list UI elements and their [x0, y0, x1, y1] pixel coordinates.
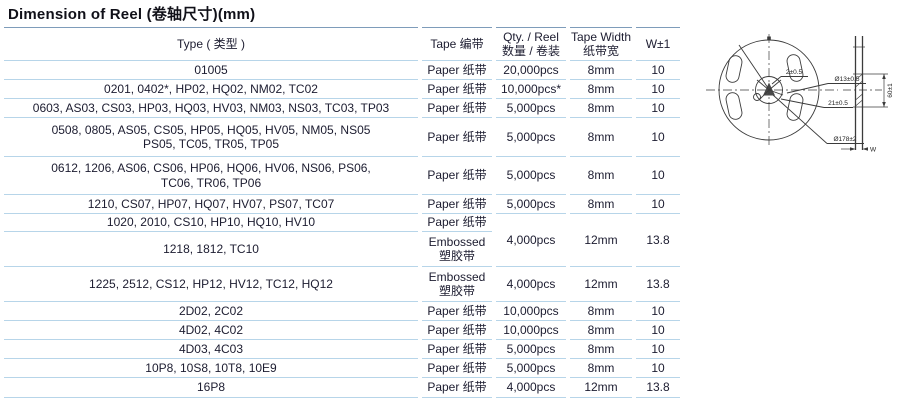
table-row: 0612, 1206, AS06, CS06, HP06, HQ06, HV06…: [4, 157, 680, 195]
cell-width: 8mm: [570, 195, 632, 214]
cell-type: 4D03, 4C03: [4, 340, 418, 359]
cell-w: 10: [636, 118, 680, 157]
cell-type: 01005: [4, 61, 418, 80]
cell-type: 0201, 0402*, HP02, HQ02, NM02, TC02: [4, 80, 418, 99]
cell-width: 8mm: [570, 118, 632, 157]
cell-qty: 5,000pcs: [496, 340, 566, 359]
table-row: 1225, 2512, CS12, HP12, HV12, TC12, HQ12…: [4, 267, 680, 302]
cell-tape: Paper 纸带: [422, 302, 492, 321]
cell-w: 10: [636, 359, 680, 378]
cell-width: 8mm: [570, 340, 632, 359]
header-w: W±1: [636, 27, 680, 61]
cell-tape: Embossed 塑胶带: [422, 267, 492, 302]
cell-qty: 5,000pcs: [496, 99, 566, 118]
cell-type: 1218, 1812, TC10: [4, 232, 418, 267]
cell-tape: Paper 纸带: [422, 61, 492, 80]
cell-tape: Embossed 塑胶带: [422, 232, 492, 267]
cell-w: 13.8: [636, 267, 680, 302]
cell-tape: Paper 纸带: [422, 99, 492, 118]
cell-width: 8mm: [570, 157, 632, 195]
cell-tape: Paper 纸带: [422, 118, 492, 157]
cell-type: 16P8: [4, 378, 418, 398]
cell-width: 12mm: [570, 267, 632, 302]
cell-tape: Paper 纸带: [422, 359, 492, 378]
cell-tape: Paper 纸带: [422, 157, 492, 195]
cell-w: 13.8: [636, 214, 680, 267]
page-title: Dimension of Reel (卷轴尺寸)(mm): [8, 3, 255, 24]
table-row: 1020, 2010, CS10, HP10, HQ10, HV10 Paper…: [4, 214, 680, 232]
cell-type: 2D02, 2C02: [4, 302, 418, 321]
cell-type: 0612, 1206, AS06, CS06, HP06, HQ06, HV06…: [4, 157, 418, 195]
header-type: Type ( 类型 ): [4, 27, 418, 61]
cell-w: 10: [636, 61, 680, 80]
header-tape: Tape 编带: [422, 27, 492, 61]
cell-type: 1225, 2512, CS12, HP12, HV12, TC12, HQ12: [4, 267, 418, 302]
cell-qty: 20,000pcs: [496, 61, 566, 80]
cell-qty: 5,000pcs: [496, 195, 566, 214]
cell-width: 8mm: [570, 302, 632, 321]
table-row: 4D03, 4C03 Paper 纸带 5,000pcs 8mm 10: [4, 340, 680, 359]
header-width: Tape Width 纸带宽: [570, 27, 632, 61]
cell-qty: 10,000pcs: [496, 302, 566, 321]
cell-tape: Paper 纸带: [422, 195, 492, 214]
cell-width: 8mm: [570, 61, 632, 80]
cell-w: 10: [636, 321, 680, 340]
cell-width: 8mm: [570, 359, 632, 378]
cell-w: 10: [636, 195, 680, 214]
cell-tape: Paper 纸带: [422, 80, 492, 99]
cell-type: 10P8, 10S8, 10T8, 10E9: [4, 359, 418, 378]
dim-label-height: 60±1: [887, 83, 894, 98]
datasheet-page: Dimension of Reel (卷轴尺寸)(mm) Type ( 类型 )…: [0, 0, 900, 410]
table-row: 10P8, 10S8, 10T8, 10E9 Paper 纸带 5,000pcs…: [4, 359, 680, 378]
cell-width: 12mm: [570, 214, 632, 267]
cell-w: 10: [636, 157, 680, 195]
table-row: 2D02, 2C02 Paper 纸带 10,000pcs 8mm 10: [4, 302, 680, 321]
header-qty: Qty. / Reel 数量 / 卷装: [496, 27, 566, 61]
cell-qty: 10,000pcs*: [496, 80, 566, 99]
table-row: 0201, 0402*, HP02, HQ02, NM02, TC02 Pape…: [4, 80, 680, 99]
cell-qty: 5,000pcs: [496, 359, 566, 378]
dim-label-slot: 2±0.5: [786, 69, 803, 76]
cell-type: 4D02, 4C02: [4, 321, 418, 340]
cell-type: 1020, 2010, CS10, HP10, HQ10, HV10: [4, 214, 418, 232]
cell-width: 8mm: [570, 321, 632, 340]
cell-w: 10: [636, 99, 680, 118]
cell-width: 12mm: [570, 378, 632, 398]
cell-width: 8mm: [570, 80, 632, 99]
header-row: Type ( 类型 ) Tape 编带 Qty. / Reel 数量 / 卷装 …: [4, 27, 680, 61]
reel-front-view: 2±0.5 Ø13±0.5 21±0.5 Ø178±2: [706, 34, 866, 146]
table-row: 4D02, 4C02 Paper 纸带 10,000pcs 8mm 10: [4, 321, 680, 340]
table-row: 01005 Paper 纸带 20,000pcs 8mm 10: [4, 61, 680, 80]
cell-qty: 10,000pcs: [496, 321, 566, 340]
table-row: 0603, AS03, CS03, HP03, HQ03, HV03, NM03…: [4, 99, 680, 118]
cell-tape: Paper 纸带: [422, 321, 492, 340]
cell-tape: Paper 纸带: [422, 214, 492, 232]
reel-dimension-table: Type ( 类型 ) Tape 编带 Qty. / Reel 数量 / 卷装 …: [0, 27, 684, 398]
dim-label-hub: 21±0.5: [828, 100, 848, 107]
cell-w: 10: [636, 80, 680, 99]
table-row: 1210, CS07, HP07, HQ07, HV07, PS07, TC07…: [4, 195, 680, 214]
cell-tape: Paper 纸带: [422, 340, 492, 359]
cell-w: 13.8: [636, 378, 680, 398]
dim-label-outer: Ø178±2: [833, 136, 856, 143]
cell-qty: 4,000pcs: [496, 267, 566, 302]
reel-technical-drawing: 2±0.5 Ø13±0.5 21±0.5 Ø178±2 60±1: [690, 18, 900, 200]
cell-width: 8mm: [570, 99, 632, 118]
cell-type: 1210, CS07, HP07, HQ07, HV07, PS07, TC07: [4, 195, 418, 214]
cell-w: 10: [636, 340, 680, 359]
cell-qty: 5,000pcs: [496, 157, 566, 195]
cell-w: 10: [636, 302, 680, 321]
cell-tape: Paper 纸带: [422, 378, 492, 398]
cell-type: 0508, 0805, AS05, CS05, HP05, HQ05, HV05…: [4, 118, 418, 157]
cell-qty: 4,000pcs: [496, 378, 566, 398]
cell-qty: 5,000pcs: [496, 118, 566, 157]
dim-label-width: W: [870, 147, 877, 154]
cell-qty: 4,000pcs: [496, 214, 566, 267]
table-row: 0508, 0805, AS05, CS05, HP05, HQ05, HV05…: [4, 118, 680, 157]
cell-type: 0603, AS03, CS03, HP03, HQ03, HV03, NM03…: [4, 99, 418, 118]
centerline-dot: [767, 37, 771, 41]
table-row: 16P8 Paper 纸带 4,000pcs 12mm 13.8: [4, 378, 680, 398]
